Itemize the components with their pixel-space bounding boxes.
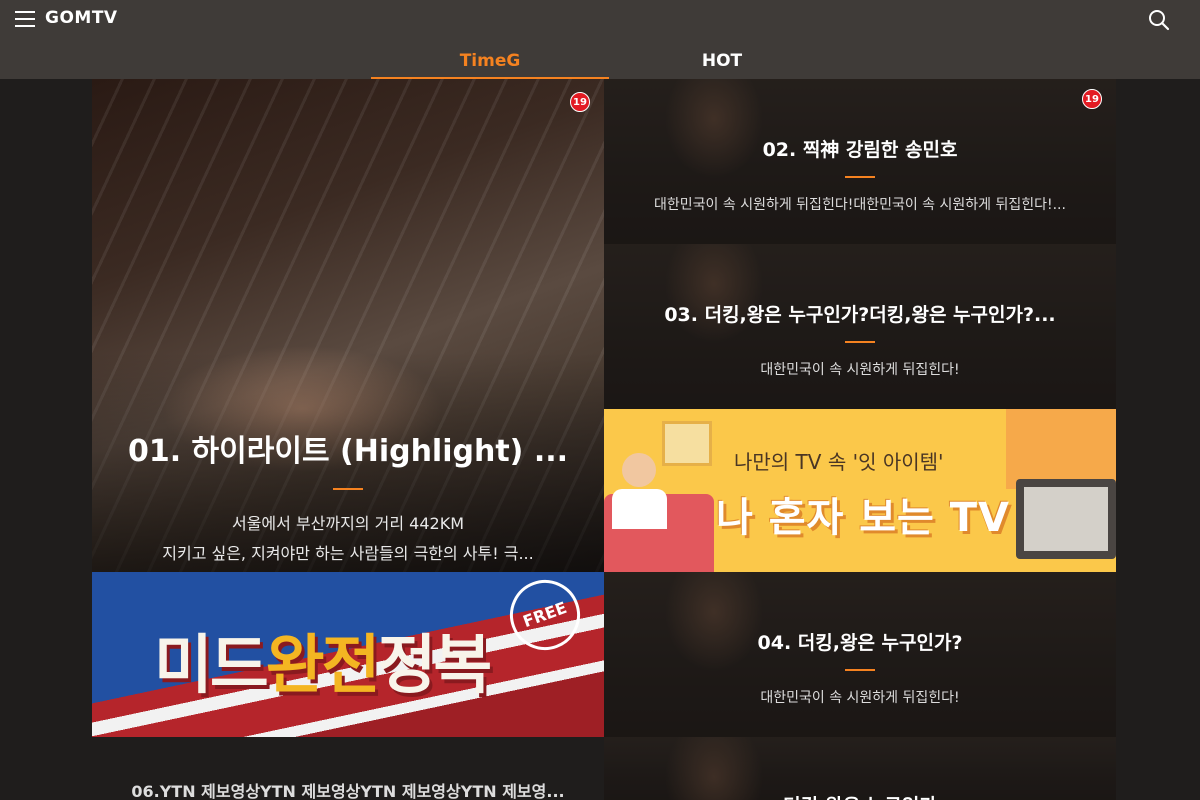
hamburger-menu-icon[interactable] [15, 11, 35, 27]
person-illustration [622, 453, 656, 487]
age-19-badge: 19 [1082, 89, 1102, 109]
ad-banner-tv[interactable]: 나만의 TV 속 '잇 아이템' 나 혼자 보는 TV [604, 409, 1116, 572]
search-icon[interactable] [1148, 9, 1170, 31]
featured-video-tile[interactable]: 19 01. 하이라이트 (Highlight) ... 서울에서 부산까지의 … [92, 79, 604, 572]
drama-title-part3: 정복 [377, 629, 493, 703]
video-title: 03. 더킹,왕은 누구인가?더킹,왕은 누구인가?... [664, 304, 1056, 326]
featured-video-desc-line2: 지키고 싶은, 지켜야만 하는 사람들의 극한의 사투! 극... [162, 544, 534, 563]
age-19-badge: 19 [570, 92, 590, 112]
gomtv-logo[interactable]: GOMTV [45, 8, 118, 28]
title-divider [845, 669, 875, 671]
video-tile-02[interactable]: 19 02. 찍神 강림한 송민호 대한민국이 속 시원하게 뒤집힌다!대한민국… [604, 79, 1116, 244]
top-header: GOMTV TimeG HOT [0, 0, 1200, 79]
video-desc: 대한민국이 속 시원하게 뒤집힌다! [760, 362, 960, 378]
drama-title-part2: 완전 [265, 629, 381, 703]
featured-video-title: 01. 하이라이트 (Highlight) ... [127, 434, 569, 469]
person-shirt-illustration [612, 489, 667, 529]
video-tile-07[interactable]: 더킹,왕은 누구인가 [604, 737, 1116, 800]
video-tile-03[interactable]: 03. 더킹,왕은 누구인가?더킹,왕은 누구인가?... 대한민국이 속 시원… [604, 244, 1116, 409]
video-title: 04. 더킹,왕은 누구인가? [757, 632, 963, 654]
title-divider [845, 341, 875, 343]
tab-hot[interactable]: HOT [603, 44, 841, 79]
video-tile-06[interactable]: 06.YTN 제보영상YTN 제보영상YTN 제보영상YTN 제보영... [92, 737, 604, 800]
video-title: 02. 찍神 강림한 송민호 [762, 139, 958, 161]
category-tabs: TimeG HOT [0, 44, 1200, 79]
window-illustration [1006, 409, 1116, 489]
drama-title-part1: 미드 [154, 629, 269, 703]
drama-banner[interactable]: 미드완전정복 FREE [92, 572, 604, 737]
title-divider [333, 488, 363, 490]
tv-screen-illustration [1024, 487, 1108, 551]
ad-title: 나 혼자 보는 TV [716, 495, 1011, 541]
video-title: 06.YTN 제보영상YTN 제보영상YTN 제보영상YTN 제보영... [131, 782, 565, 800]
drama-banner-title: 미드완전정복 [154, 614, 493, 706]
free-badge: FREE [500, 572, 590, 660]
video-desc: 대한민국이 속 시원하게 뒤집힌다! [760, 690, 960, 706]
video-tile-04[interactable]: 04. 더킹,왕은 누구인가? 대한민국이 속 시원하게 뒤집힌다! [604, 572, 1116, 737]
picture-frame-icon [662, 421, 712, 466]
video-desc: 대한민국이 속 시원하게 뒤집힌다!대한민국이 속 시원하게 뒤집힌다!... [654, 197, 1066, 213]
title-divider [845, 176, 875, 178]
ad-subtitle: 나만의 TV 속 '잇 아이템' [734, 450, 944, 474]
featured-video-desc-line1: 서울에서 부산까지의 거리 442KM [231, 514, 464, 533]
tab-timeg[interactable]: TimeG [371, 44, 609, 79]
video-title: 더킹,왕은 누구인가 [604, 791, 1116, 800]
